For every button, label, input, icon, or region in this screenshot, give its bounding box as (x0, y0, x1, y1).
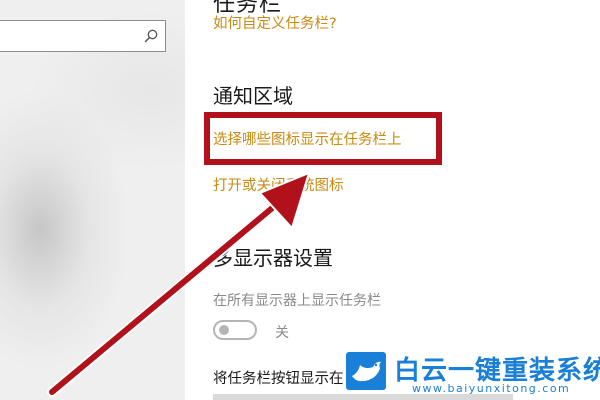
system-icons-toggle-link[interactable]: 打开或关闭系统图标 (213, 174, 344, 195)
taskbar-settings-pane: 任务栏 如何自定义任务栏? 通知区域 选择哪些图标显示在任务栏上 打开或关闭系统… (185, 0, 600, 400)
select-taskbar-icons-link[interactable]: 选择哪些图标显示在任务栏上 (213, 128, 402, 149)
watermark-url: www.baiyunxitong.com (412, 382, 571, 395)
watermark-logo: 白云一键重装系统 www.baiyunxitong.com (346, 350, 600, 398)
screenshot-stage: 任务栏 如何自定义任务栏? 通知区域 选择哪些图标显示在任务栏上 打开或关闭系统… (0, 0, 600, 400)
customize-taskbar-link[interactable]: 如何自定义任务栏? (213, 12, 337, 33)
show-on-all-displays-toggle[interactable] (213, 320, 257, 340)
search-input[interactable] (0, 21, 149, 51)
bird-logo-icon (346, 352, 386, 390)
taskbar-buttons-display-label: 将任务栏按钮显示在 (213, 371, 344, 387)
notification-area-title: 通知区域 (213, 84, 293, 108)
toggle-state-text: 关 (275, 325, 289, 341)
search-box[interactable] (0, 20, 166, 52)
toggle-knob (219, 325, 229, 335)
multi-display-title: 多显示器设置 (213, 246, 333, 270)
show-on-all-displays-label: 在所有显示器上显示任务栏 (213, 293, 381, 309)
settings-nav-pane (0, 0, 185, 400)
search-icon[interactable] (143, 28, 159, 44)
